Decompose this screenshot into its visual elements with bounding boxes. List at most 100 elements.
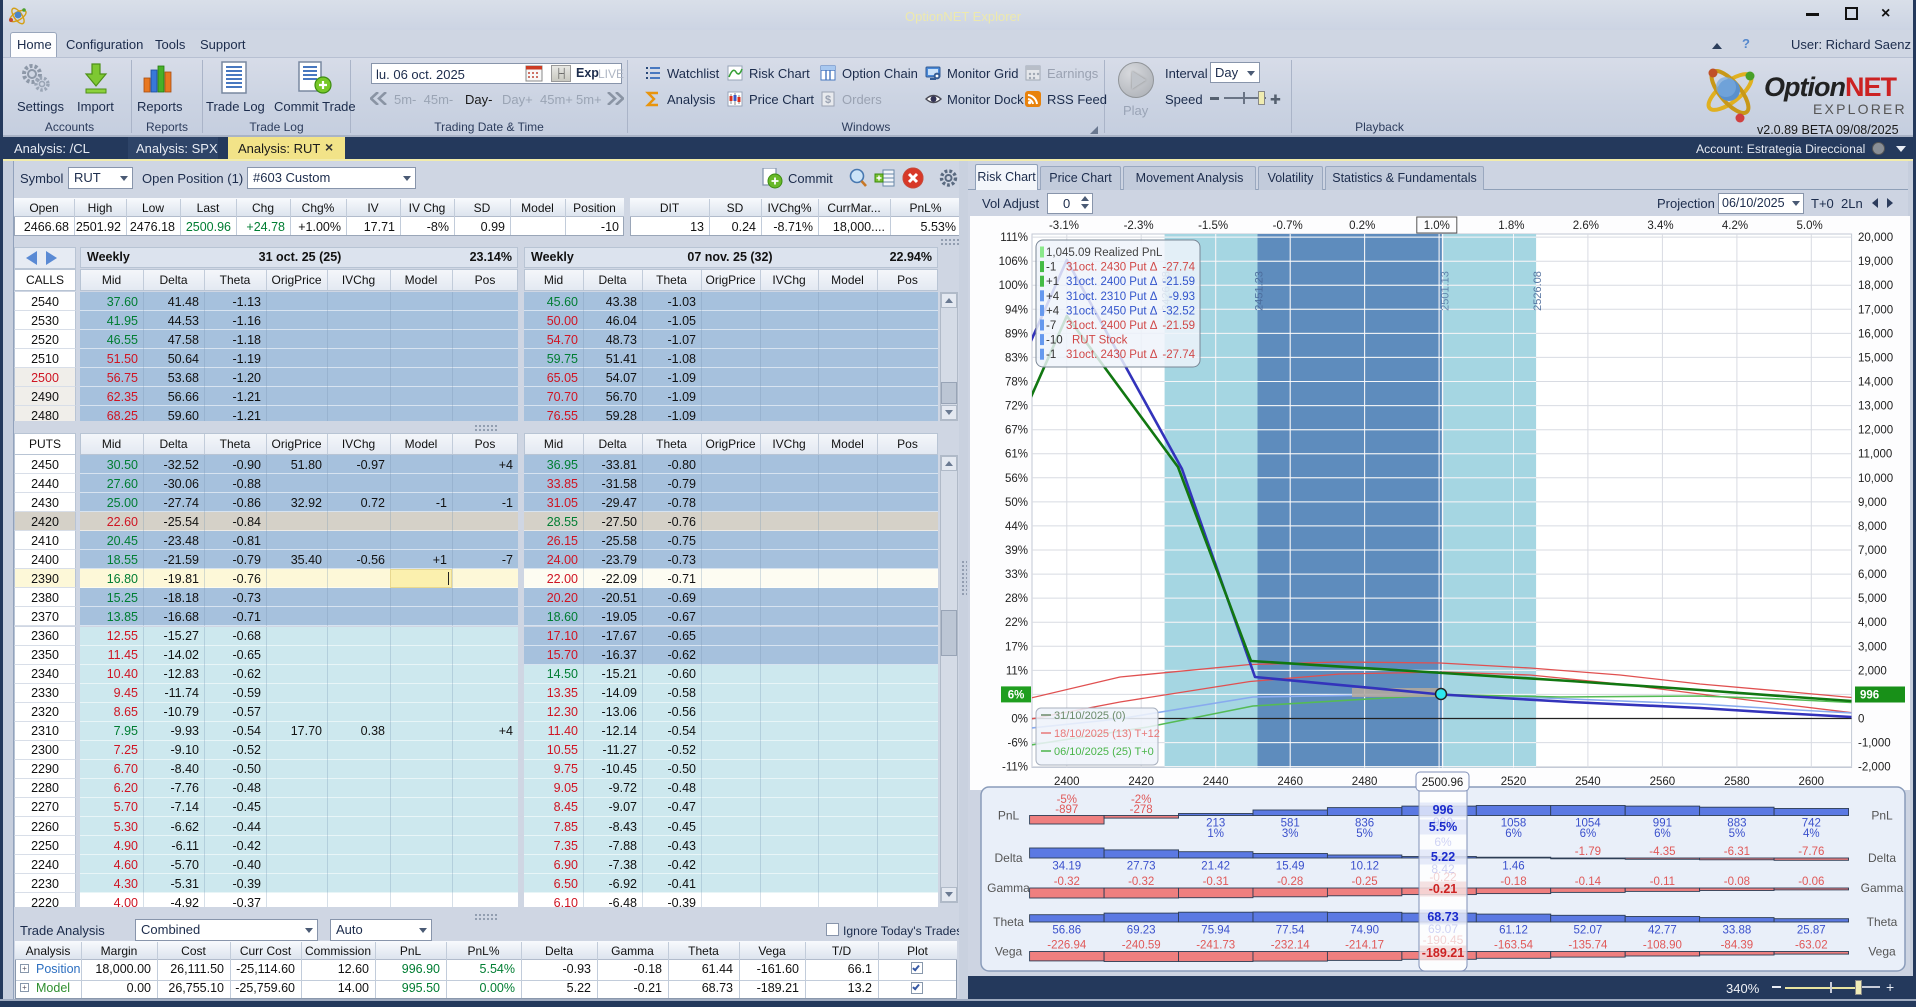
- svg-text:-1: -1: [1046, 349, 1056, 361]
- svg-text:990: 990: [1433, 815, 1453, 829]
- svg-text:-1.5%: -1.5%: [1198, 220, 1228, 232]
- svg-text:2460: 2460: [1277, 776, 1303, 788]
- svg-text:7,000: 7,000: [1858, 545, 1887, 557]
- svg-text:1.0%: 1.0%: [1424, 220, 1450, 232]
- svg-text:39%: 39%: [1005, 545, 1028, 557]
- svg-text:15,000: 15,000: [1858, 352, 1893, 364]
- svg-text:-241.73: -241.73: [1196, 940, 1235, 952]
- svg-text:2560: 2560: [1650, 776, 1676, 788]
- svg-text:78%: 78%: [1005, 377, 1028, 389]
- svg-text:106%: 106%: [999, 256, 1028, 268]
- svg-text:+4: +4: [1046, 291, 1060, 303]
- svg-text:-226.94: -226.94: [1047, 940, 1087, 952]
- svg-text:10,000: 10,000: [1858, 473, 1893, 485]
- svg-text:2500.96: 2500.96: [1422, 777, 1464, 789]
- svg-text:-10: -10: [1046, 335, 1063, 347]
- svg-text:+1: +1: [1046, 276, 1059, 288]
- svg-text:-0.18: -0.18: [1500, 876, 1526, 888]
- svg-text:6%: 6%: [1008, 689, 1025, 701]
- svg-text:6%: 6%: [1654, 828, 1671, 840]
- svg-text:27.73: 27.73: [1127, 861, 1156, 873]
- svg-text:-0.7%: -0.7%: [1273, 220, 1303, 232]
- svg-text:-7: -7: [1046, 320, 1056, 332]
- svg-text:17,000: 17,000: [1858, 304, 1893, 316]
- svg-text:42.77: 42.77: [1648, 925, 1677, 937]
- svg-text:-0.32: -0.32: [1054, 876, 1080, 888]
- svg-text:77.54: 77.54: [1276, 925, 1305, 937]
- svg-text:5,000: 5,000: [1858, 593, 1887, 605]
- svg-text:-2,000: -2,000: [1858, 762, 1891, 774]
- svg-text:3.4%: 3.4%: [1647, 220, 1673, 232]
- svg-text:-135.74: -135.74: [1568, 940, 1608, 952]
- svg-text:31oct. 2400 Put Δ: 31oct. 2400 Put Δ: [1066, 276, 1158, 288]
- svg-text:2580: 2580: [1724, 776, 1750, 788]
- svg-text:11%: 11%: [1006, 665, 1028, 677]
- svg-text:2501.13: 2501.13: [1439, 271, 1451, 311]
- svg-text:-3.1%: -3.1%: [1049, 220, 1079, 232]
- svg-text:31oct. 2450 Put Δ: 31oct. 2450 Put Δ: [1066, 305, 1158, 317]
- svg-text:Theta: Theta: [993, 915, 1024, 929]
- svg-text:-0.14: -0.14: [1575, 876, 1602, 888]
- svg-text:2600: 2600: [1799, 776, 1825, 788]
- svg-text:-1,000: -1,000: [1858, 738, 1891, 750]
- svg-text:-897: -897: [1055, 804, 1078, 816]
- svg-text:1,045.09 Realized PnL: 1,045.09 Realized PnL: [1046, 247, 1163, 259]
- svg-text:-9.93: -9.93: [1169, 291, 1195, 303]
- svg-text:$: $: [825, 94, 831, 106]
- svg-text:31oct. 2400 Put Δ: 31oct. 2400 Put Δ: [1066, 320, 1158, 332]
- svg-text:50%: 50%: [1005, 497, 1028, 509]
- svg-text:21.42: 21.42: [1201, 861, 1230, 873]
- svg-text:3%: 3%: [1282, 828, 1299, 840]
- svg-text:Vega: Vega: [995, 945, 1023, 959]
- svg-text:6%: 6%: [1580, 828, 1597, 840]
- svg-text:2480: 2480: [1352, 776, 1378, 788]
- svg-text:+4: +4: [1046, 305, 1060, 317]
- svg-text:4,000: 4,000: [1858, 617, 1887, 629]
- svg-text:-163.54: -163.54: [1494, 940, 1534, 952]
- svg-text:33.88: 33.88: [1723, 925, 1752, 937]
- svg-text:2451.23: 2451.23: [1254, 271, 1266, 311]
- svg-text:-0.22: -0.22: [1429, 870, 1457, 884]
- svg-text:2520: 2520: [1501, 776, 1527, 788]
- svg-text:52.07: 52.07: [1574, 925, 1603, 937]
- svg-text:-0.31: -0.31: [1203, 876, 1229, 888]
- svg-text:31oct. 2310 Put Δ: 31oct. 2310 Put Δ: [1066, 291, 1158, 303]
- svg-text:67%: 67%: [1005, 425, 1028, 437]
- svg-text:4%: 4%: [1803, 828, 1820, 840]
- svg-text:0%: 0%: [1011, 714, 1028, 726]
- svg-text:-6%: -6%: [1008, 738, 1028, 750]
- svg-text:31/10/2025 (0): 31/10/2025 (0): [1054, 710, 1126, 722]
- svg-text:56%: 56%: [1005, 473, 1028, 485]
- svg-text:31oct. 2430 Put Δ: 31oct. 2430 Put Δ: [1066, 262, 1158, 274]
- svg-text:-11%: -11%: [1002, 762, 1028, 774]
- svg-text:0.2%: 0.2%: [1349, 220, 1375, 232]
- svg-text:-0.21: -0.21: [1429, 882, 1458, 896]
- svg-text:Gamma: Gamma: [1861, 881, 1904, 895]
- svg-text:15.49: 15.49: [1276, 861, 1305, 873]
- svg-text:2420: 2420: [1128, 776, 1154, 788]
- svg-text:1.46: 1.46: [1502, 861, 1524, 873]
- svg-text:10.12: 10.12: [1350, 861, 1379, 873]
- svg-text:-214.17: -214.17: [1345, 940, 1384, 952]
- svg-text:69.23: 69.23: [1127, 925, 1156, 937]
- svg-text:72%: 72%: [1005, 401, 1028, 413]
- svg-text:17%: 17%: [1005, 641, 1028, 653]
- svg-text:Delta: Delta: [994, 851, 1022, 865]
- svg-text:111%: 111%: [1000, 232, 1028, 244]
- svg-text:61%: 61%: [1005, 449, 1028, 461]
- svg-text:-6.31: -6.31: [1724, 846, 1750, 858]
- svg-text:61.12: 61.12: [1499, 925, 1528, 937]
- svg-text:12,000: 12,000: [1858, 425, 1893, 437]
- svg-text:2,000: 2,000: [1858, 665, 1887, 677]
- svg-text:-240.59: -240.59: [1122, 940, 1161, 952]
- svg-text:13,000: 13,000: [1858, 401, 1893, 413]
- svg-text:-63.02: -63.02: [1795, 940, 1828, 952]
- svg-text:Vega: Vega: [1868, 945, 1896, 959]
- svg-text:28%: 28%: [1005, 593, 1028, 605]
- svg-text:16,000: 16,000: [1858, 328, 1893, 340]
- svg-text:-278: -278: [1130, 804, 1153, 816]
- svg-text:94%: 94%: [1005, 304, 1028, 316]
- svg-text:14,000: 14,000: [1858, 377, 1893, 389]
- svg-text:-21.59: -21.59: [1162, 320, 1195, 332]
- svg-text:-27.74: -27.74: [1162, 262, 1195, 274]
